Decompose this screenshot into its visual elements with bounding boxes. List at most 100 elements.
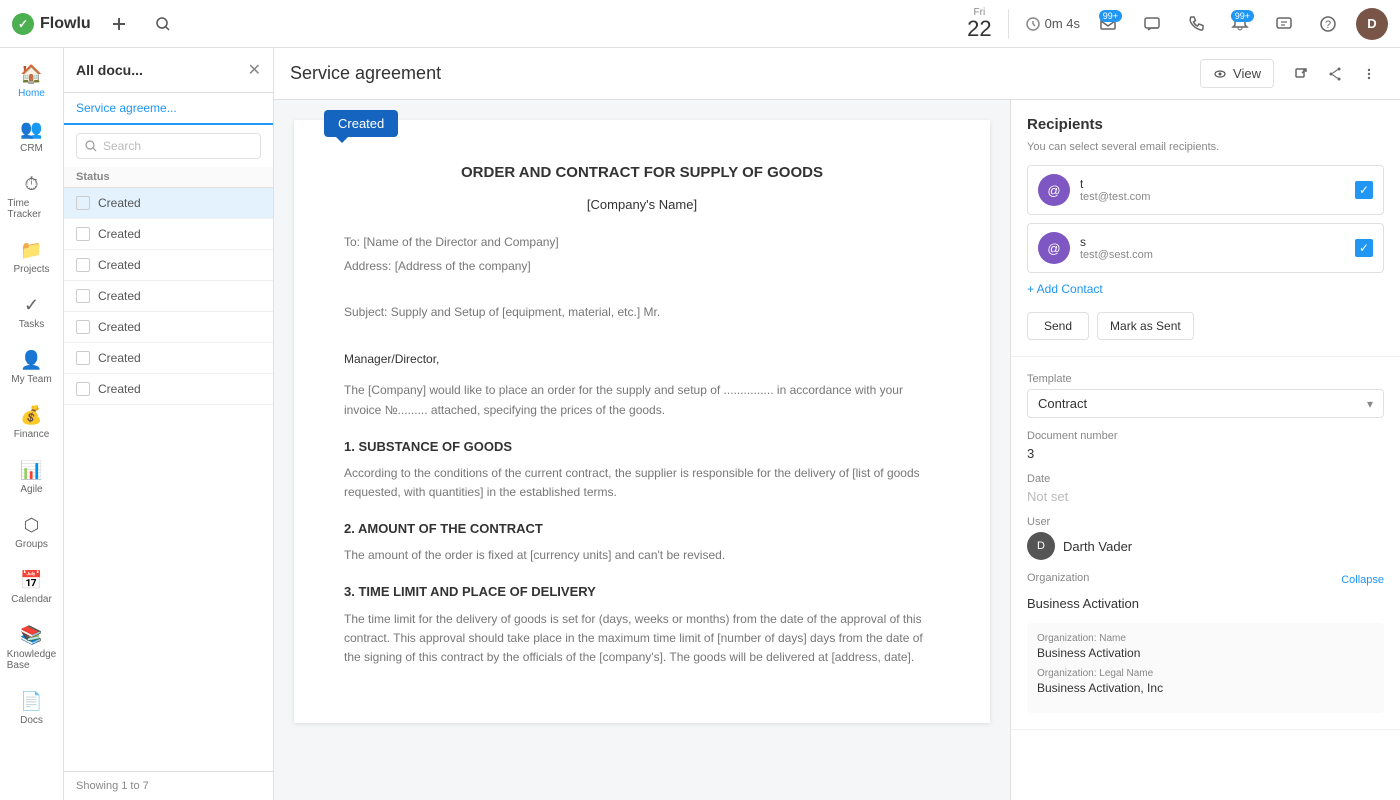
list-item[interactable]: Created: [64, 343, 273, 374]
close-icon[interactable]: ✕: [248, 60, 261, 80]
mark-sent-button[interactable]: Mark as Sent: [1097, 312, 1194, 340]
list-item[interactable]: Created: [64, 219, 273, 250]
calendar-icon: 📅: [20, 570, 42, 591]
doc-intro: The [Company] would like to place an ord…: [344, 381, 940, 419]
sidebar-item-crm[interactable]: 👥 CRM: [4, 111, 60, 162]
recipient-checkbox-1[interactable]: ✓: [1355, 181, 1373, 199]
send-button[interactable]: Send: [1027, 312, 1089, 340]
more-options-icon[interactable]: [1354, 59, 1384, 89]
app-layout: 🏠 Home 👥 CRM ⏱ Time Tracker 📁 Projects ✓…: [0, 48, 1400, 800]
collapse-link[interactable]: Collapse: [1341, 574, 1384, 586]
sidebar-item-groups[interactable]: ⬡ Groups: [4, 507, 60, 558]
org-field-legal-label: Organization: Legal Name: [1037, 668, 1374, 679]
doc-subject: Subject: Supply and Setup of [equipment,…: [344, 302, 940, 322]
recipient-checkbox-2[interactable]: ✓: [1355, 239, 1373, 257]
groups-icon: ⬡: [24, 515, 40, 536]
item-checkbox[interactable]: [76, 196, 90, 210]
document-title: Service agreement: [290, 63, 1188, 84]
recipients-title: Recipients: [1027, 116, 1384, 133]
date-label: Date: [1027, 473, 1384, 485]
search-button[interactable]: [147, 8, 179, 40]
list-item[interactable]: Created: [64, 312, 273, 343]
notif-badge: 99+: [1231, 10, 1254, 22]
user-label: User: [1027, 516, 1384, 528]
sidebar-item-tasks[interactable]: ✓ Tasks: [4, 287, 60, 338]
sidebar-item-home[interactable]: 🏠 Home: [4, 56, 60, 107]
recipient-name-1: t: [1080, 177, 1345, 191]
doc-list-tab[interactable]: Service agreeme...: [64, 93, 273, 125]
sidebar-item-label: My Team: [11, 374, 51, 385]
sidebar-item-time-tracker[interactable]: ⏱ Time Tracker: [4, 166, 60, 228]
recipient-avatar-2: @: [1038, 232, 1070, 264]
sidebar-item-label: Agile: [20, 484, 42, 495]
date-display: Fri 22: [967, 7, 991, 40]
doc-list-title: All docu...: [76, 62, 143, 78]
section2-title: 2. AMOUNT OF THE CONTRACT: [344, 518, 940, 540]
inbox-icon[interactable]: 99+: [1092, 8, 1124, 40]
phone-icon[interactable]: [1180, 8, 1212, 40]
main-area: Service agreement View C: [274, 48, 1400, 800]
date-value: Not set: [1027, 489, 1384, 504]
sidebar-item-calendar[interactable]: 📅 Calendar: [4, 562, 60, 613]
list-item[interactable]: Created: [64, 374, 273, 405]
search-placeholder: Search: [103, 139, 141, 153]
section1-title: 1. SUBSTANCE OF GOODS: [344, 436, 940, 458]
list-item[interactable]: Created: [64, 188, 273, 219]
svg-text:?: ?: [1325, 19, 1331, 31]
doc-list-panel: All docu... ✕ Service agreeme... Search …: [64, 48, 274, 800]
org-field-name-label: Organization: Name: [1037, 633, 1374, 644]
share-icon[interactable]: [1320, 59, 1350, 89]
search-box[interactable]: Search: [76, 133, 261, 159]
logo-text: Flowlu: [40, 15, 91, 33]
sidebar-item-projects[interactable]: 📁 Projects: [4, 232, 60, 283]
right-panel: Recipients You can select several email …: [1010, 100, 1400, 800]
document-content: ORDER AND CONTRACT FOR SUPPLY OF GOODS […: [344, 160, 940, 667]
message-icon[interactable]: [1268, 8, 1300, 40]
recipient-row-1: @ t test@test.com ✓: [1027, 165, 1384, 215]
recipient-info-1: t test@test.com: [1080, 177, 1345, 203]
inbox-badge: 99+: [1099, 10, 1122, 22]
item-checkbox[interactable]: [76, 320, 90, 334]
sidebar-item-knowledge-base[interactable]: 📚 Knowledge Base: [4, 617, 60, 679]
user-avatar[interactable]: D: [1356, 8, 1388, 40]
crm-icon: 👥: [20, 119, 42, 140]
chat-icon[interactable]: [1136, 8, 1168, 40]
recipient-row-2: @ s test@sest.com ✓: [1027, 223, 1384, 273]
org-field-legal-value: Business Activation, Inc: [1037, 681, 1374, 695]
help-icon[interactable]: ?: [1312, 8, 1344, 40]
doc-number-label: Document number: [1027, 430, 1384, 442]
user-avatar-icon: D: [1027, 532, 1055, 560]
sidebar-item-docs[interactable]: 📄 Docs: [4, 683, 60, 734]
item-checkbox[interactable]: [76, 227, 90, 241]
item-checkbox[interactable]: [76, 382, 90, 396]
section1-body: According to the conditions of the curre…: [344, 464, 940, 502]
org-name: Business Activation: [1027, 596, 1384, 611]
list-item[interactable]: Created: [64, 281, 273, 312]
sidebar-item-label: Groups: [15, 539, 48, 550]
item-checkbox[interactable]: [76, 289, 90, 303]
sidebar-item-label: Projects: [13, 264, 49, 275]
add-button[interactable]: [103, 8, 135, 40]
logo[interactable]: ✓ Flowlu: [12, 13, 91, 35]
doc-table-header: Status: [64, 167, 273, 188]
sidebar-item-team[interactable]: 👤 My Team: [4, 342, 60, 393]
item-status: Created: [98, 227, 141, 241]
action-buttons: Send Mark as Sent: [1027, 312, 1384, 340]
view-button[interactable]: View: [1200, 59, 1274, 88]
item-checkbox[interactable]: [76, 351, 90, 365]
add-contact-link[interactable]: + Add Contact: [1027, 282, 1103, 296]
sidebar-item-finance[interactable]: 💰 Finance: [4, 397, 60, 448]
sidebar-item-label: Home: [18, 88, 45, 99]
sidebar-item-agile[interactable]: 📊 Agile: [4, 452, 60, 503]
item-checkbox[interactable]: [76, 258, 90, 272]
doc-salutation: Manager/Director,: [344, 349, 940, 369]
tasks-icon: ✓: [24, 295, 39, 316]
eye-icon: [1213, 67, 1227, 81]
template-dropdown[interactable]: Contract ▾: [1027, 389, 1384, 418]
time-tracker-icon: ⏱: [24, 174, 38, 195]
list-item[interactable]: Created: [64, 250, 273, 281]
notifications-icon[interactable]: 99+: [1224, 8, 1256, 40]
search-icon: [85, 140, 97, 152]
item-status: Created: [98, 320, 141, 334]
external-link-icon[interactable]: [1286, 59, 1316, 89]
